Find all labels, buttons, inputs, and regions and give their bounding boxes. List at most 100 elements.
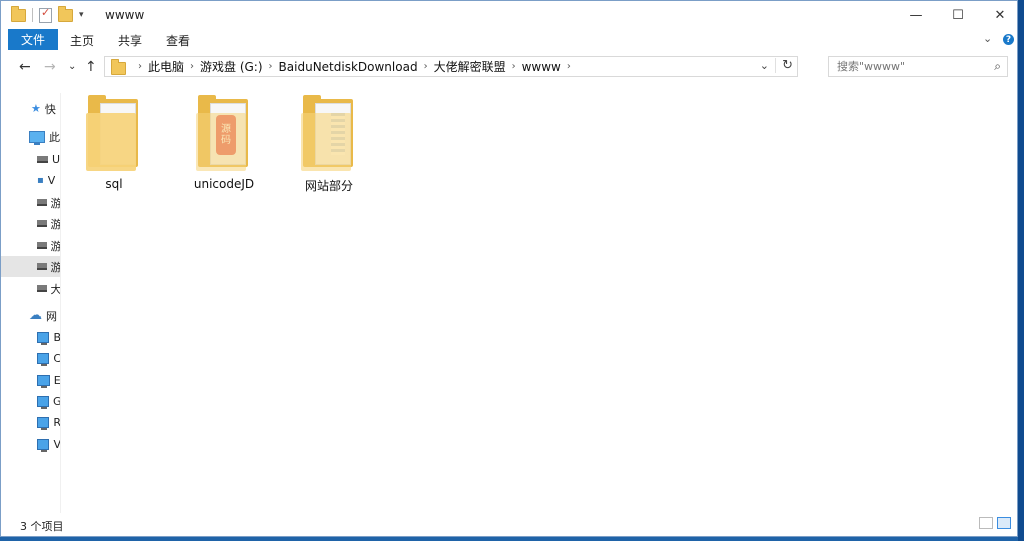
breadcrumb-wwww[interactable]: wwww [516, 60, 567, 74]
monitor-icon [37, 332, 50, 345]
sidebar-item-label: 游 [51, 238, 61, 254]
folder-icon: 源 码 [196, 95, 252, 171]
sidebar-item-computer[interactable]: B [1, 327, 60, 348]
breadcrumb: › 此电脑 › 游戏盘 (G:) › BaiduNetdiskDownload … [126, 58, 571, 75]
address-bar[interactable]: › 此电脑 › 游戏盘 (G:) › BaiduNetdiskDownload … [104, 56, 798, 77]
file-list: sql 源 码 unicodeJD 网站部分 [61, 93, 1017, 513]
separator [32, 8, 33, 22]
sidebar-item-label: G [53, 395, 60, 408]
breadcrumb-game-drive[interactable]: 游戏盘 (G:) [194, 58, 269, 75]
monitor-icon [37, 417, 50, 430]
minimize-button[interactable]: — [893, 1, 939, 29]
sidebar-item-label: V [53, 438, 60, 451]
sidebar-item-label: 游 [51, 259, 61, 275]
sidebar-item-computer[interactable]: G [1, 391, 60, 412]
large-icons-view-button[interactable] [997, 517, 1011, 529]
file-name: unicodeJD [193, 177, 255, 191]
sidebar-item-label: 游 [51, 216, 61, 232]
sidebar-item-drive[interactable]: 大 [1, 278, 60, 299]
status-bar: 3 个项目 [1, 514, 1017, 536]
chevron-right-icon[interactable]: › [567, 61, 571, 72]
monitor-icon [37, 375, 50, 388]
sidebar-item-computer[interactable]: V [1, 434, 60, 455]
sidebar-item-drive[interactable]: U [1, 149, 60, 170]
sidebar-item-label: 网 [46, 309, 57, 323]
drive-icon [37, 285, 47, 292]
sidebar-item-drive[interactable]: 游 [1, 213, 60, 234]
monitor-icon [37, 439, 50, 452]
tab-file[interactable]: 文件 [8, 29, 58, 50]
sidebar-item-drive-selected[interactable]: 游 [1, 256, 60, 277]
folder-icon [86, 95, 142, 171]
desktop-edge [1018, 0, 1024, 541]
file-name: 网站部分 [304, 179, 353, 193]
breadcrumb-baidu-download[interactable]: BaiduNetdiskDownload [273, 60, 424, 74]
search-icon[interactable]: ⌕ [994, 59, 1001, 74]
file-item-sql[interactable]: sql [68, 95, 160, 191]
explorer-window: ▾ wwww — ☐ ✕ 文件 主页 共享 查看 ⌄ ? ← → ⌄ ↑ › 此… [0, 0, 1018, 537]
item-count: 3 个项目 [20, 520, 64, 533]
sidebar-item-label: 快 [44, 102, 56, 116]
close-button[interactable]: ✕ [977, 1, 1017, 29]
window-title: wwww [105, 8, 145, 22]
breadcrumb-this-pc[interactable]: 此电脑 [142, 58, 190, 75]
file-item-unicodejd[interactable]: 源 码 unicodeJD [178, 95, 270, 191]
sidebar-item-label: B [53, 331, 60, 344]
details-view-button[interactable] [979, 517, 993, 529]
sidebar-item-label: 此 [49, 130, 60, 144]
properties-icon[interactable] [39, 6, 52, 23]
help-icon: ? [1003, 34, 1014, 45]
network-drive-icon: ▪ [37, 175, 44, 186]
back-button[interactable]: ← [19, 59, 31, 75]
sidebar-item-this-pc[interactable]: 此 [1, 126, 60, 147]
ribbon: 文件 主页 共享 查看 ⌄ ? [1, 29, 1017, 52]
quick-access-toolbar: ▾ [11, 5, 84, 23]
drive-icon [37, 242, 47, 249]
sidebar-item-drive[interactable]: ▪ V [1, 170, 60, 191]
folder-icon [111, 58, 126, 75]
tab-view[interactable]: 查看 [166, 32, 190, 49]
address-dropdown-icon[interactable]: ⌄ [760, 59, 769, 72]
sidebar-item-label: C [53, 352, 60, 365]
sidebar-item-computer[interactable]: E [1, 370, 60, 391]
navigation-pane: ★ 快 此 U ▪ V 游 游 游 游 [1, 93, 61, 513]
up-button[interactable]: ↑ [85, 59, 97, 75]
navigation-bar: ← → ⌄ ↑ › 此电脑 › 游戏盘 (G:) › BaiduNetdiskD… [1, 51, 1017, 83]
maximize-button[interactable]: ☐ [935, 1, 981, 29]
customize-toolbar-icon[interactable]: ▾ [79, 10, 84, 20]
breadcrumb-decrypt-alliance[interactable]: 大佬解密联盟 [428, 58, 512, 75]
sidebar-item-label: U [51, 153, 60, 166]
sidebar-item-computer[interactable]: R [1, 412, 60, 433]
drive-icon [37, 263, 47, 270]
tab-home[interactable]: 主页 [70, 32, 94, 49]
recent-locations-button[interactable]: ⌄ [68, 61, 76, 72]
forward-button[interactable]: → [44, 59, 56, 75]
sidebar-item-computer[interactable]: C [1, 348, 60, 369]
file-item-website[interactable]: 网站部分 [283, 95, 375, 194]
sidebar-item-network[interactable]: ☁ 网 [1, 305, 60, 326]
pc-icon [29, 130, 45, 145]
new-folder-icon[interactable] [58, 5, 73, 22]
monitor-icon [37, 353, 50, 366]
sidebar-item-label: V [47, 174, 56, 187]
drive-icon [37, 220, 47, 227]
folder-icon [301, 95, 357, 171]
search-input[interactable] [835, 59, 989, 74]
sidebar-item-label: R [53, 416, 60, 429]
sidebar-item-drive[interactable]: 游 [1, 235, 60, 256]
network-icon: ☁ [29, 308, 42, 323]
sidebar-item-quick-access[interactable]: ★ 快 [1, 98, 60, 119]
help-button[interactable]: ? [1003, 34, 1014, 45]
refresh-icon[interactable]: ↻ [775, 58, 793, 73]
sidebar-item-label: E [54, 374, 60, 387]
drive-icon [37, 156, 48, 163]
search-box[interactable]: ⌕ [828, 56, 1008, 77]
sidebar-item-drive[interactable]: 游 [1, 192, 60, 213]
star-icon: ★ [31, 102, 41, 115]
file-name: sql [105, 177, 123, 191]
title-bar: ▾ wwww — ☐ ✕ [1, 1, 1017, 29]
monitor-icon [37, 396, 49, 409]
expand-ribbon-icon[interactable]: ⌄ [983, 32, 992, 45]
sidebar-item-label: 游 [51, 195, 61, 211]
tab-share[interactable]: 共享 [118, 32, 142, 49]
